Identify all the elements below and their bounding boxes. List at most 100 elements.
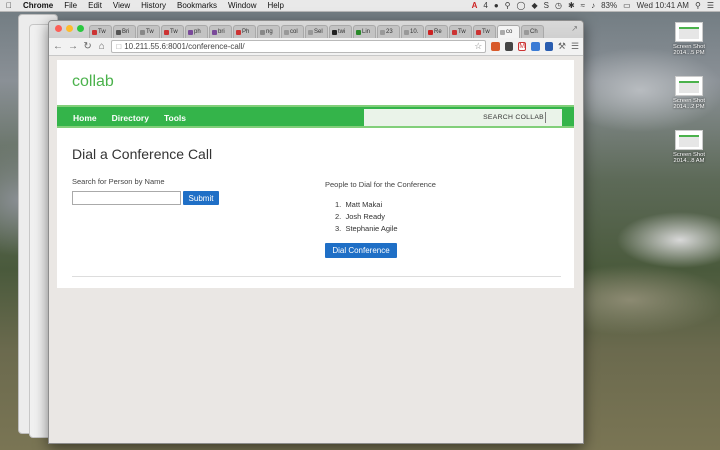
menu-bookmarks[interactable]: Bookmarks [177,1,217,10]
browser-tab[interactable]: col [281,25,304,38]
site-nav-bar: Home Directory Tools SEARCH COLLAB [57,105,574,128]
key-icon[interactable]: ⚲ [505,1,511,10]
tab-label: Tw [98,29,106,35]
browser-tab[interactable]: 23 [377,25,400,38]
bluetooth-icon[interactable]: ✱ [568,1,575,10]
favicon-icon [164,29,169,35]
menu-history[interactable]: History [141,1,166,10]
back-button[interactable]: ← [53,41,63,52]
nav-home[interactable]: Home [73,113,97,123]
submit-button[interactable]: Submit [183,191,219,205]
sync-icon[interactable]: ◯ [517,1,526,10]
desktop-screenshot-file[interactable]: Screen Shot 2014...5 PM [672,22,706,56]
screenshot-thumbnail-icon [675,76,703,96]
browser-tab[interactable]: ph [185,25,208,38]
volume-icon[interactable]: ♪ [591,1,595,10]
menu-help[interactable]: Help [267,1,283,10]
page-title: Dial a Conference Call [72,146,213,162]
tab-label: ph [194,29,201,35]
favicon-icon [236,29,241,35]
extension-icon[interactable] [491,42,500,51]
tab-label: 10. [410,29,419,35]
bookmark-star-icon[interactable]: ☆ [474,41,482,52]
divider [72,276,561,277]
browser-tab[interactable]: Tw [89,25,112,38]
buffer-extension-icon[interactable] [504,42,513,51]
favicon-icon [476,29,481,35]
wifi-icon[interactable]: ≈ [581,1,585,10]
person-name: Josh Ready [345,212,386,221]
dropbox-icon[interactable]: ◆ [531,1,537,10]
close-window-button[interactable] [55,25,62,32]
zoom-window-button[interactable] [77,25,84,32]
browser-tab[interactable]: Tw [449,25,472,38]
reload-button[interactable]: ↻ [83,41,92,52]
skype-icon[interactable]: S [544,1,549,10]
nav-directory[interactable]: Directory [112,113,149,123]
browser-tab[interactable]: twi [329,25,352,38]
menu-icon[interactable]: ☰ [571,41,579,52]
browser-tab[interactable]: Tw [161,25,184,38]
adobe-icon[interactable]: A [472,1,478,10]
address-bar[interactable]: □ 10.211.55.6:8001/conference-call/ ☆ [111,40,487,53]
evernote-icon[interactable]: ● [494,1,499,10]
notification-center-icon[interactable]: ☰ [707,1,714,10]
menu-window[interactable]: Window [228,1,256,10]
screenshot-thumbnail-icon [675,22,703,42]
person-name: Matt Makai [345,200,383,209]
page-icon: □ [116,42,122,51]
wrench-icon[interactable]: ⚒ [558,41,566,52]
menu-clock[interactable]: Wed 10:41 AM [637,1,689,10]
menu-view[interactable]: View [113,1,130,10]
file-label: 2014...2 PM [673,104,705,110]
menu-app-name[interactable]: Chrome [23,1,53,10]
dial-conference-button[interactable]: Dial Conference [325,243,397,258]
desktop-screenshot-file[interactable]: Screen Shot 2014...2 PM [672,76,706,110]
page-viewport: collab Home Directory Tools SEARCH COLLA… [49,57,583,443]
battery-icon[interactable]: ▭ [623,1,631,10]
extension-icon[interactable] [531,42,540,51]
browser-tab[interactable]: 10. [401,25,424,38]
time-machine-icon[interactable]: ◷ [555,1,562,10]
browser-tab[interactable]: Lin [353,25,376,38]
fullscreen-icon[interactable]: ↗ [571,24,578,33]
nav-tools[interactable]: Tools [164,113,186,123]
tab-label: Tw [170,29,178,35]
favicon-icon [500,29,505,35]
apple-icon[interactable]:  [6,1,12,10]
favicon-icon [260,29,265,35]
person-search-input[interactable] [72,191,181,205]
menu-edit[interactable]: Edit [88,1,102,10]
home-button[interactable]: ⌂ [97,41,106,52]
browser-tab[interactable]: Sel [305,25,328,38]
browser-tab[interactable]: Tw [137,25,160,38]
favicon-icon [356,29,361,35]
site-search-input[interactable]: SEARCH COLLAB [364,109,562,126]
battery-level[interactable]: 83% [601,1,617,10]
menu-file[interactable]: File [64,1,77,10]
browser-tab[interactable]: Ch [521,25,544,38]
browser-tab[interactable]: Tw [473,25,496,38]
extension-icon[interactable] [544,42,553,51]
people-list: 1. Matt Makai 2. Josh Ready 3. Stephanie… [335,199,398,235]
browser-tab[interactable]: bri [209,25,232,38]
favicon-icon [332,29,337,35]
spotlight-icon[interactable]: ⚲ [695,1,701,10]
browser-tab[interactable]: Re [425,25,448,38]
browser-tab[interactable]: Ph [233,25,256,38]
person-name: Stephanie Agile [345,224,398,233]
favicon-icon [380,29,385,35]
page-container: collab Home Directory Tools SEARCH COLLA… [57,60,574,288]
site-brand[interactable]: collab [72,73,114,91]
minimize-window-button[interactable] [66,25,73,32]
browser-tab[interactable]: Bri [113,25,136,38]
status-count-badge[interactable]: 4 [483,1,487,10]
gmail-extension-icon[interactable]: M [517,42,527,51]
tab-label: Tw [146,29,154,35]
desktop-screenshot-file[interactable]: Screen Shot 2014...8 AM [672,130,706,164]
forward-button[interactable]: → [68,41,78,52]
browser-tab[interactable]: co [497,25,520,38]
tab-label: Tw [458,29,466,35]
browser-tab[interactable]: ng [257,25,280,38]
file-label: 2014...8 AM [673,158,705,164]
